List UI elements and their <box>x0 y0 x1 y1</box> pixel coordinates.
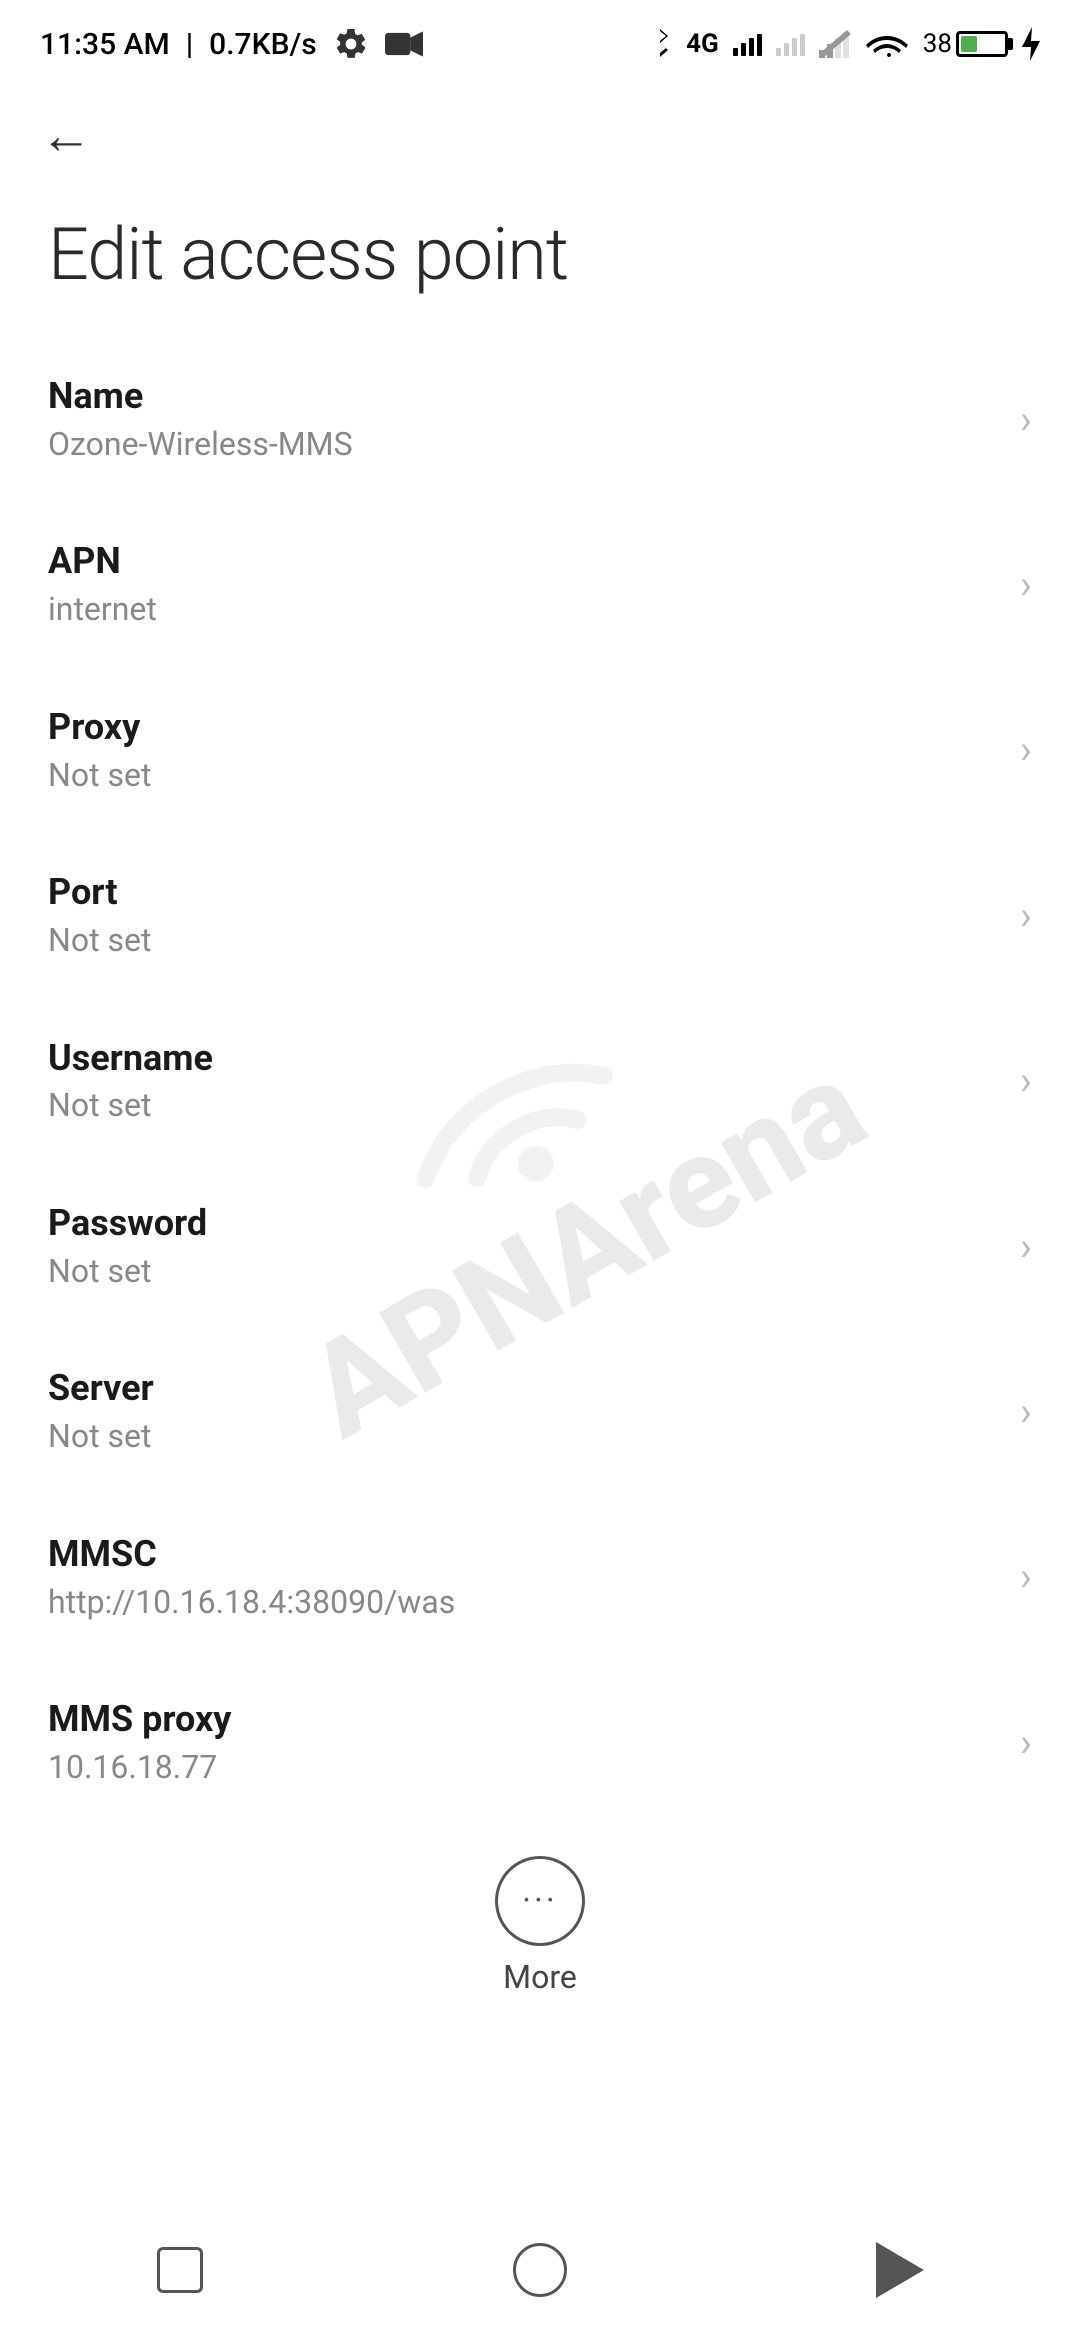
chevron-right-icon-username: › <box>1020 1057 1032 1104</box>
separator: | <box>186 27 193 62</box>
settings-value-mmsc: http://10.16.18.4:38090/was <box>48 1582 1000 1624</box>
chevron-right-icon-password: › <box>1020 1223 1032 1270</box>
settings-label-apn: APN <box>48 538 1000 585</box>
settings-item-username[interactable]: Username Not set › <box>0 999 1080 1164</box>
settings-item-apn[interactable]: APN internet › <box>0 502 1080 667</box>
home-icon <box>513 2243 567 2297</box>
settings-value-name: Ozone-Wireless-MMS <box>48 424 1000 466</box>
nav-bar <box>0 2220 1080 2340</box>
settings-item-content-proxy: Proxy Not set <box>48 704 1000 796</box>
status-right: 4G 38 <box>648 27 1040 61</box>
recent-icon <box>157 2247 203 2293</box>
settings-label-name: Name <box>48 373 1000 420</box>
settings-item-content-mmsc: MMSC http://10.16.18.4:38090/was <box>48 1531 1000 1623</box>
battery-percent: 38 <box>923 29 952 59</box>
settings-label-mms-proxy: MMS proxy <box>48 1696 1000 1743</box>
settings-item-content-password: Password Not set <box>48 1200 1000 1292</box>
chevron-right-icon-proxy: › <box>1020 726 1032 773</box>
settings-item-proxy[interactable]: Proxy Not set › <box>0 668 1080 833</box>
settings-item-port[interactable]: Port Not set › <box>0 833 1080 998</box>
chevron-right-icon-server: › <box>1020 1388 1032 1435</box>
more-dots-icon: ··· <box>522 1884 558 1918</box>
settings-item-password[interactable]: Password Not set › <box>0 1164 1080 1329</box>
signal-bars-2 <box>776 32 805 56</box>
status-bar: 11:35 AM | 0.7KB/s 4G <box>0 0 1080 80</box>
settings-item-content-name: Name Ozone-Wireless-MMS <box>48 373 1000 465</box>
settings-item-content-port: Port Not set <box>48 869 1000 961</box>
settings-item-mmsc[interactable]: MMSC http://10.16.18.4:38090/was › <box>0 1495 1080 1660</box>
network-4g: 4G <box>686 29 719 59</box>
chevron-right-icon-mmsc: › <box>1020 1553 1032 1600</box>
nav-back-button[interactable] <box>860 2230 940 2310</box>
more-section: ··· More <box>0 1826 1080 2016</box>
battery-indicator: 38 <box>923 29 1008 59</box>
signal-bars-1 <box>733 32 762 56</box>
settings-value-apn: internet <box>48 589 1000 631</box>
settings-item-content-server: Server Not set <box>48 1365 1000 1457</box>
video-icon <box>385 29 423 59</box>
settings-label-username: Username <box>48 1035 1000 1082</box>
chevron-right-icon-name: › <box>1020 396 1032 443</box>
charging-icon <box>1022 27 1040 61</box>
settings-label-proxy: Proxy <box>48 704 1000 751</box>
settings-icon <box>333 26 369 62</box>
chevron-right-icon-mms-proxy: › <box>1020 1719 1032 1766</box>
wifi-icon <box>865 27 909 61</box>
back-arrow-icon: ← <box>40 110 92 162</box>
page-title: Edit access point <box>48 212 568 297</box>
settings-label-server: Server <box>48 1365 1000 1412</box>
settings-label-port: Port <box>48 869 1000 916</box>
data-speed: 0.7KB/s <box>209 27 316 62</box>
settings-label-password: Password <box>48 1200 1000 1247</box>
bluetooth-icon <box>648 27 672 61</box>
settings-value-mms-proxy: 10.16.18.77 <box>48 1747 1000 1789</box>
time-display: 11:35 AM <box>40 27 170 62</box>
toolbar: ← <box>0 80 1080 192</box>
settings-item-content-username: Username Not set <box>48 1035 1000 1127</box>
nav-recent-button[interactable] <box>140 2230 220 2310</box>
no-signal-icon <box>819 30 851 58</box>
settings-item-name[interactable]: Name Ozone-Wireless-MMS › <box>0 337 1080 502</box>
settings-item-content-mms-proxy: MMS proxy 10.16.18.77 <box>48 1696 1000 1788</box>
settings-value-server: Not set <box>48 1416 1000 1458</box>
chevron-right-icon-port: › <box>1020 892 1032 939</box>
page-title-section: Edit access point <box>0 192 1080 337</box>
settings-item-content-apn: APN internet <box>48 538 1000 630</box>
chevron-right-icon-apn: › <box>1020 561 1032 608</box>
nav-home-button[interactable] <box>500 2230 580 2310</box>
back-button[interactable]: ← <box>30 100 102 172</box>
settings-item-mms-proxy[interactable]: MMS proxy 10.16.18.77 › <box>0 1660 1080 1825</box>
settings-value-proxy: Not set <box>48 755 1000 797</box>
back-icon <box>876 2242 924 2298</box>
settings-label-mmsc: MMSC <box>48 1531 1000 1578</box>
settings-value-username: Not set <box>48 1085 1000 1127</box>
settings-value-port: Not set <box>48 920 1000 962</box>
more-label: More <box>503 1958 577 1996</box>
settings-list: Name Ozone-Wireless-MMS › APN internet ›… <box>0 337 1080 1826</box>
status-left: 11:35 AM | 0.7KB/s <box>40 26 423 62</box>
more-button[interactable]: ··· <box>495 1856 585 1946</box>
settings-value-password: Not set <box>48 1251 1000 1293</box>
settings-item-server[interactable]: Server Not set › <box>0 1329 1080 1494</box>
